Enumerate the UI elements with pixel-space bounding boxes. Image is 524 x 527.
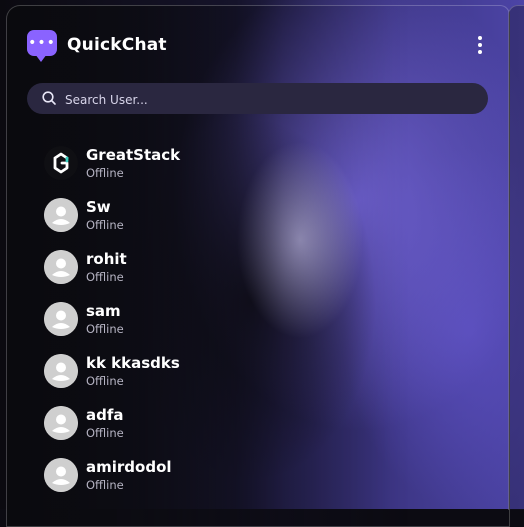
user-name: rohit [86,250,127,268]
user-name: sam [86,302,121,320]
search-input[interactable] [63,83,467,116]
user-name: GreatStack [86,146,181,164]
user-item[interactable]: GreatStack Offline [44,142,344,194]
user-item[interactable]: rohit Offline [44,246,344,298]
user-status: Offline [86,218,124,232]
user-item[interactable]: kk kkasdks Offline [44,350,344,402]
user-avatar-icon [44,458,78,492]
user-status: Offline [86,166,124,180]
search-bar[interactable] [27,83,488,116]
user-list: GreatStack Offline Sw Offline rohit Offl… [44,142,344,506]
user-name: Sw [86,198,111,216]
sidebar-header: ••• QuickChat [27,28,489,68]
user-item[interactable]: amirdodol Offline [44,454,344,506]
app-title: QuickChat [67,35,167,55]
user-name: adfa [86,406,124,424]
user-status: Offline [86,426,124,440]
user-status: Offline [86,322,124,336]
user-avatar-icon [44,198,78,232]
user-status: Offline [86,478,124,492]
user-status: Offline [86,270,124,284]
kebab-menu-icon[interactable] [475,36,485,56]
user-avatar-icon [44,406,78,440]
user-avatar-icon [44,302,78,336]
chat-bubble-icon: ••• [27,30,57,62]
greatstack-logo-icon [44,146,78,180]
user-item[interactable]: sam Offline [44,298,344,350]
user-item[interactable]: adfa Offline [44,402,344,454]
user-item[interactable]: Sw Offline [44,194,344,246]
user-avatar-icon [44,354,78,388]
user-avatar-icon [44,250,78,284]
chat-panel-edge [508,5,524,510]
user-name: kk kkasdks [86,354,180,372]
user-status: Offline [86,374,124,388]
sidebar: ••• QuickChat GreatStack Offline [6,5,510,527]
search-icon [42,91,56,105]
user-name: amirdodol [86,458,172,476]
